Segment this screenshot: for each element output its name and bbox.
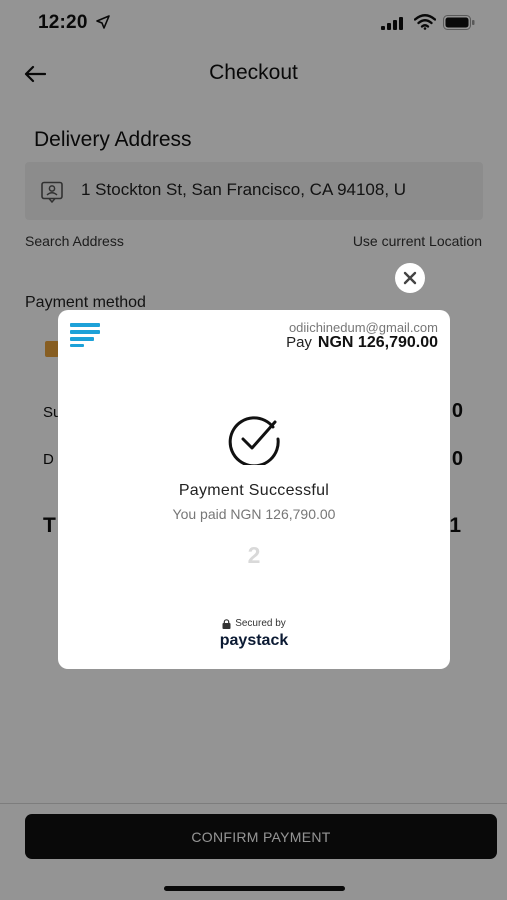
merchant-logo-icon (70, 323, 100, 347)
close-modal-button[interactable] (395, 263, 425, 293)
pay-amount: NGN 126,790.00 (317, 334, 438, 351)
secured-by-text: Secured by (235, 618, 286, 629)
pay-amount-row: Pay NGN 126,790.00 (286, 334, 438, 352)
redirect-countdown: 2 (247, 542, 261, 568)
pay-label: Pay (286, 334, 312, 351)
success-subtitle: You paid NGN 126,790.00 (172, 506, 336, 522)
success-title: Payment Successful (178, 482, 330, 499)
payment-modal: odiichinedum@gmail.com Pay NGN 126,790.0… (58, 310, 450, 669)
check-circle-icon (228, 416, 280, 465)
secured-by-row: Secured by (58, 618, 450, 629)
close-icon (403, 271, 417, 285)
paystack-logo: paystack (219, 632, 289, 649)
lock-icon (222, 618, 231, 629)
customer-email: odiichinedum@gmail.com (288, 320, 438, 335)
